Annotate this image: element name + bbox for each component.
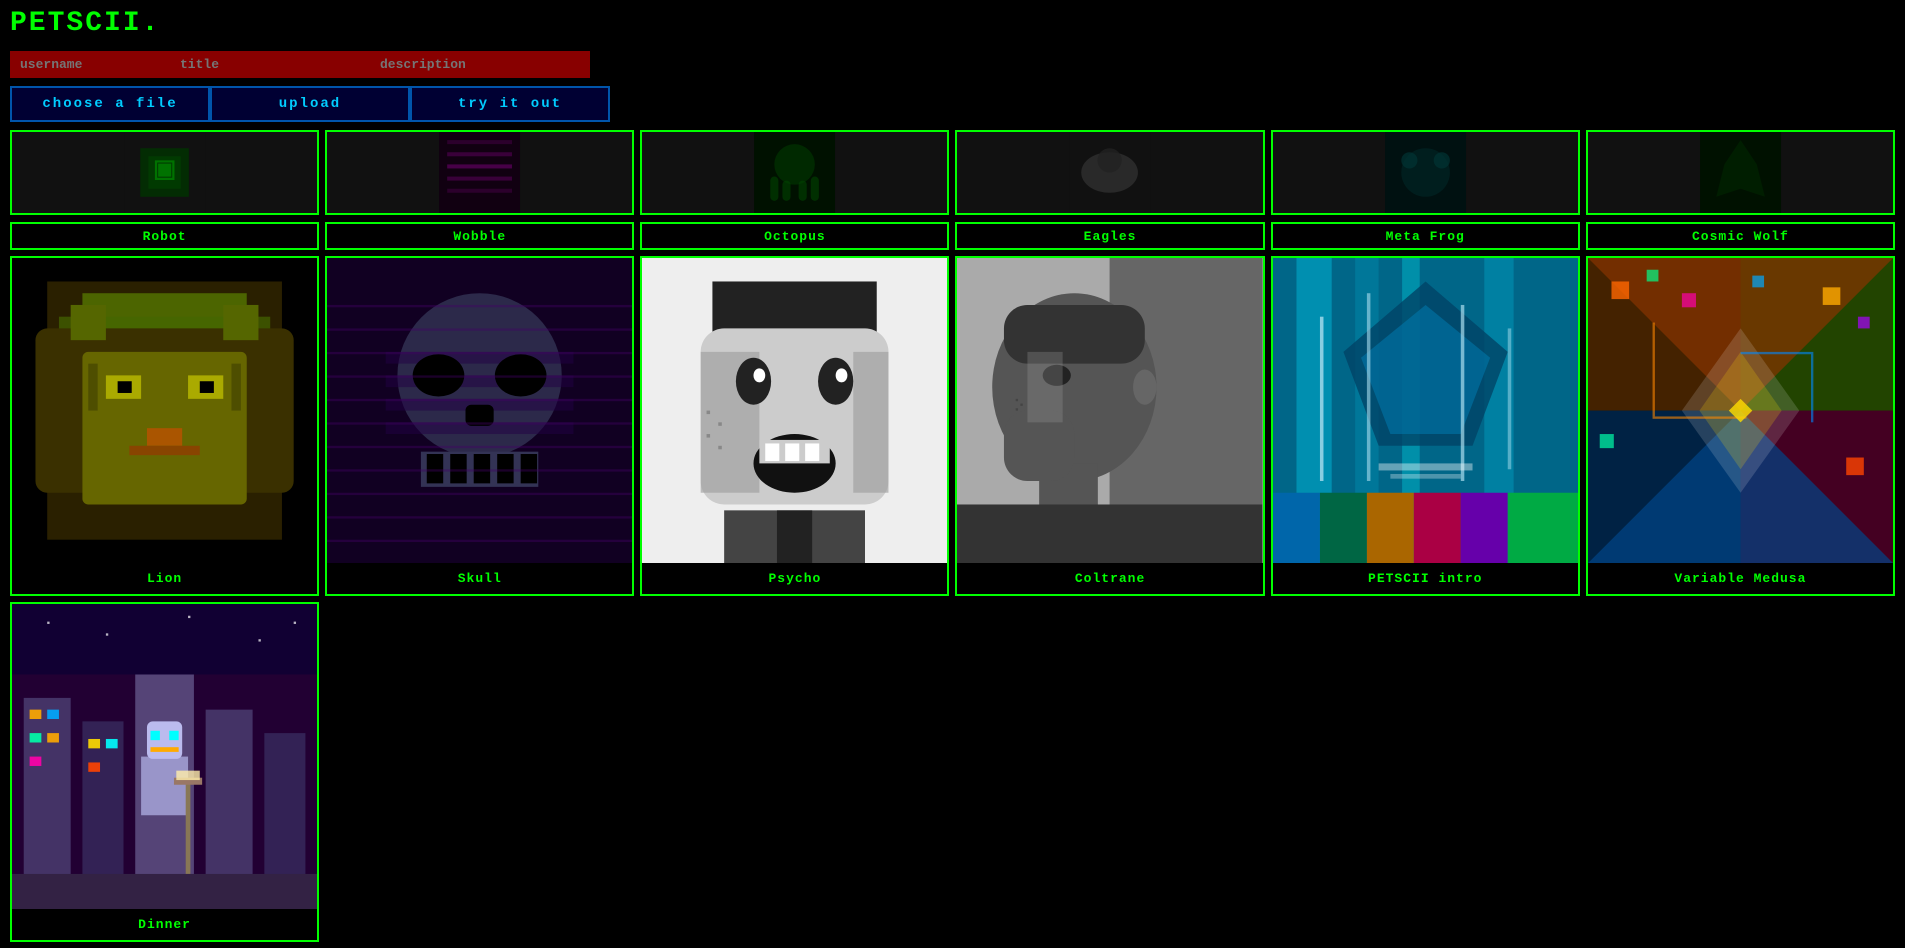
upload-button[interactable]: upload [210,86,410,122]
bottom-row: Dinner [0,602,1905,948]
label-wobble[interactable]: Wobble [325,222,634,250]
gallery-partial-wobble[interactable] [325,130,634,215]
label-eagles[interactable]: Eagles [955,222,1264,250]
gallery-item-variable-medusa[interactable]: Variable Medusa [1586,256,1895,596]
gallery-item-dinner[interactable]: Dinner [10,602,319,942]
gallery-item-lion[interactable]: Lion [10,256,319,596]
try-it-out-button[interactable]: try it out [410,86,610,122]
gallery-partial-octopus[interactable] [640,130,949,215]
empty-cell-3 [955,602,1264,942]
buttons-bar: choose a file upload try it out [0,82,1905,130]
site-title: PETSCII. [10,8,160,39]
label-cosmicwolf[interactable]: Cosmic Wolf [1586,222,1895,250]
empty-cell-1 [325,602,634,942]
mid-row: Lion [0,256,1905,602]
header: PETSCII. [0,0,1905,47]
username-input[interactable] [10,51,170,78]
gallery-item-coltrane[interactable]: Coltrane [955,256,1264,596]
label-octopus[interactable]: Octopus [640,222,949,250]
toolbar [0,47,1905,82]
top-row-labels: Robot Wobble Octopus Eagles Meta Frog Co… [0,220,1905,256]
top-partial-row: ▣ [0,130,1905,220]
gallery-partial-eagles[interactable] [955,130,1264,215]
empty-cell-4 [1271,602,1580,942]
label-metafrog[interactable]: Meta Frog [1271,222,1580,250]
title-input[interactable] [170,51,370,78]
choose-file-button[interactable]: choose a file [10,86,210,122]
empty-cell-5 [1586,602,1895,942]
gallery-item-psycho[interactable]: Psycho [640,256,949,596]
svg-text:▣: ▣ [153,158,176,185]
empty-cell-2 [640,602,949,942]
gallery-partial-robot[interactable]: ▣ [10,130,319,215]
gallery-item-petscii-intro[interactable]: PETSCII intro [1271,256,1580,596]
gallery-partial-metafrog[interactable] [1271,130,1580,215]
label-robot[interactable]: Robot [10,222,319,250]
gallery-partial-cosmicwolf[interactable] [1586,130,1895,215]
gallery-item-skull[interactable]: Skull [325,256,634,596]
description-input[interactable] [370,51,590,78]
